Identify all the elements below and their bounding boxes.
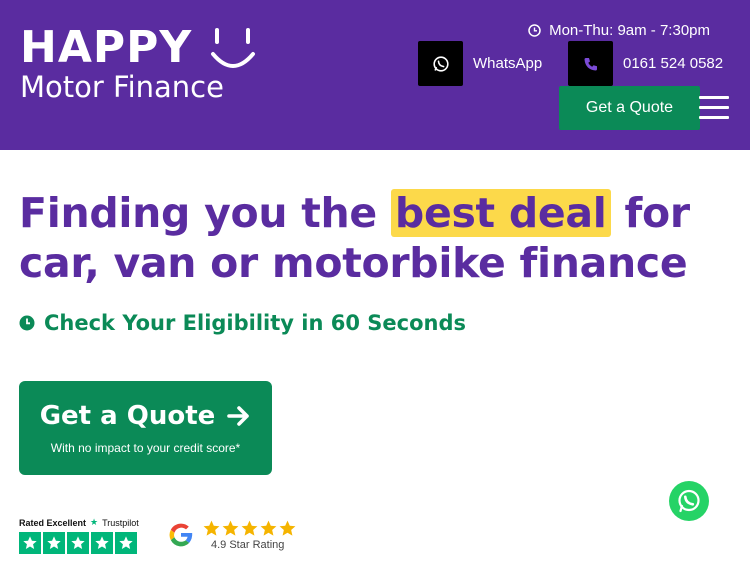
smile-icon [211,28,256,68]
site-header: HAPPY Motor Finance Mon-Thu: 9am - 7:30p… [0,0,750,150]
logo[interactable]: HAPPY Motor Finance [20,20,256,102]
clock-icon [528,24,541,37]
star-icon [91,532,113,554]
logo-text: HAPPY [20,22,193,73]
trustpilot-logo-star-icon: ★ [90,517,99,527]
star-icon [19,532,41,554]
google-rating-widget[interactable]: 4.9 Star Rating [166,519,297,551]
whatsapp-button[interactable] [418,41,463,86]
menu-icon[interactable] [699,96,729,126]
google-logo-icon [169,523,193,547]
google-stars [202,519,297,538]
whatsapp-icon [678,489,700,513]
star-icon [222,520,239,536]
trustpilot-stars [19,532,139,554]
google-rating-text: 4.9 Star Rating [211,539,285,551]
hours-text: Mon-Thu: 9am - 7:30pm [549,22,710,39]
headline-start: Finding you the [19,189,391,237]
trustpilot-widget[interactable]: Rated Excellent ★ Trustpilot [19,517,139,554]
eligibility-callout: Check Your Eligibility in 60 Seconds [19,311,466,335]
star-icon [67,532,89,554]
phone-button[interactable] [568,41,613,86]
eligibility-text: Check Your Eligibility in 60 Seconds [44,311,467,335]
phone-number-link[interactable]: 0161 524 0582 [623,55,723,72]
phone-icon [584,57,597,70]
trustpilot-rating-text: Rated Excellent [19,517,87,528]
trustpilot-brand: Trustpilot [102,517,139,528]
cta-label: Get a Quote [39,401,216,431]
clock-icon [19,315,35,331]
header-get-quote-button[interactable]: Get a Quote [559,86,700,130]
arrow-right-icon [227,406,250,426]
star-icon [241,520,258,536]
logo-subtitle: Motor Finance [20,70,224,104]
star-icon [43,532,65,554]
whatsapp-icon [432,55,449,72]
star-icon [203,520,220,536]
star-icon [260,520,277,536]
opening-hours: Mon-Thu: 9am - 7:30pm [528,22,710,39]
hero-get-quote-button[interactable]: Get a Quote With no impact to your credi… [19,381,272,475]
star-icon [279,520,296,536]
headline-highlight: best deal [390,189,611,237]
whatsapp-link[interactable]: WhatsApp [473,55,542,72]
star-icon [115,532,137,554]
hero-headline: Finding you the best deal for car, van o… [19,188,739,288]
whatsapp-chat-button[interactable] [669,481,709,521]
cta-subtext: With no impact to your credit score* [50,441,241,455]
